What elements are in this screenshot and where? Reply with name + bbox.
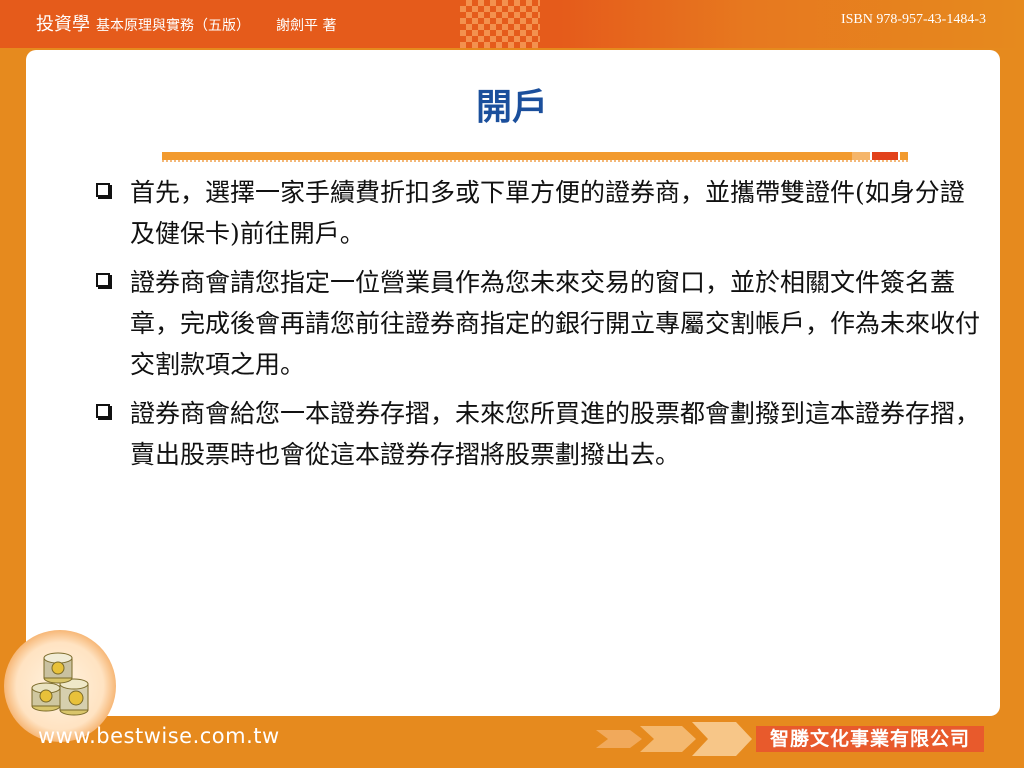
header-book-info: 投資學 基本原理與實務（五版） 謝劍平 著 [36, 10, 336, 36]
arrows-icon [596, 722, 752, 756]
book-subtitle: 基本原理與實務（五版） [96, 18, 250, 34]
book-title: 投資學 [36, 14, 90, 35]
coin-stack-icon [31, 652, 89, 716]
title-rule-accent [872, 152, 898, 160]
bullet-item: 首先，選擇一家手續費折扣多或下單方便的證券商，並攜帶雙證件(如身分證及健保卡)前… [92, 172, 982, 254]
bullet-item: 證券商會給您一本證券存摺，未來您所買進的股票都會劃撥到這本證券存摺，賣出股票時也… [92, 393, 982, 475]
square-checkbox-icon [96, 273, 112, 289]
bullet-list: 首先，選擇一家手續費折扣多或下單方便的證券商，並攜帶雙證件(如身分證及健保卡)前… [92, 172, 982, 483]
title-rule [162, 152, 852, 160]
bullet-text: 證券商會請您指定一位營業員作為您未來交易的窗口，並於相關文件簽名蓋章，完成後會再… [130, 268, 981, 379]
square-checkbox-icon [96, 404, 112, 420]
bullet-item: 證券商會請您指定一位營業員作為您未來交易的窗口，並於相關文件簽名蓋章，完成後會再… [92, 262, 982, 385]
book-author: 謝劍平 著 [276, 18, 337, 34]
publisher-name: 智勝文化事業有限公司 [756, 726, 984, 752]
header-checker-pattern [460, 0, 540, 48]
isbn: ISBN 978-957-43-1484-3 [840, 12, 986, 27]
slide-title: 開戶 [475, 87, 548, 128]
title-rule-accent [852, 152, 870, 160]
square-checkbox-icon [96, 183, 112, 199]
title-dotted-line [162, 160, 908, 162]
slide: 投資學 基本原理與實務（五版） 謝劍平 著 ISBN 978-957-43-1484… [0, 0, 1024, 768]
bullet-text: 證券商會給您一本證券存摺，未來您所買進的股票都會劃撥到這本證券存摺，賣出股票時也… [130, 399, 981, 469]
bullet-text: 首先，選擇一家手續費折扣多或下單方便的證券商，並攜帶雙證件(如身分證及健保卡)前… [130, 178, 965, 248]
title-rule-accent [900, 152, 908, 160]
website-url: www.bestwise.com.tw [38, 724, 280, 748]
